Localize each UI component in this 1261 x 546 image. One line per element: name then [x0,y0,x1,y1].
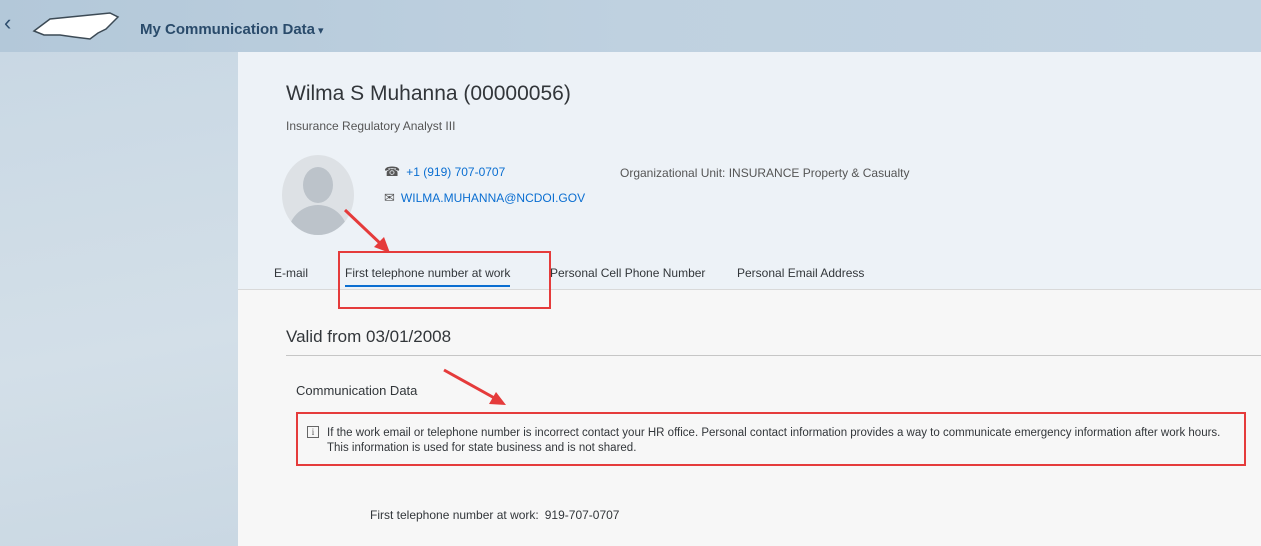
back-button[interactable]: ‹ [4,12,11,34]
avatar-head [303,167,333,203]
phone-link[interactable]: ☎ +1 (919) 707-0707 [384,164,505,180]
annotation-box-tab [338,251,551,309]
shell-header: ‹ My Communication Data ▾ [0,0,1261,52]
org-unit: Organizational Unit: INSURANCE Property … [620,166,910,180]
field-first-telephone: First telephone number at work: 919-707-0… [370,508,619,522]
annotation-arrow-tab [343,208,390,253]
avatar-body [288,205,348,235]
section-title: Communication Data [296,383,418,398]
valid-from: Valid from 03/01/2008 [286,327,452,346]
tab-personal-email[interactable]: Personal Email Address [737,266,864,280]
employee-job-title: Insurance Regulatory Analyst III [286,119,456,133]
employee-name: Wilma S Muhanna (00000056) [286,82,571,105]
phone-icon: ☎ [384,164,401,179]
north-carolina-logo[interactable] [30,9,120,45]
tab-email[interactable]: E-mail [274,266,308,280]
tab-personal-cell[interactable]: Personal Cell Phone Number [550,266,705,280]
caret-down-icon: ▾ [318,25,324,37]
annotation-box-info [296,412,1246,466]
app-title-menu[interactable]: My Communication Data ▾ [140,21,324,38]
email-address: WILMA.MUHANNA@NCDOI.GOV [400,191,586,205]
email-link[interactable]: ✉ WILMA.MUHANNA@NCDOI.GOV [384,190,585,206]
left-background [0,52,238,546]
envelope-icon: ✉ [384,190,395,205]
field-value: 919-707-0707 [544,508,620,522]
section-divider [286,355,1261,356]
annotation-arrow-info [443,368,506,405]
phone-number: +1 (919) 707-0707 [406,165,506,179]
app-title: My Communication Data [140,21,316,38]
field-label: First telephone number at work: [370,508,539,522]
